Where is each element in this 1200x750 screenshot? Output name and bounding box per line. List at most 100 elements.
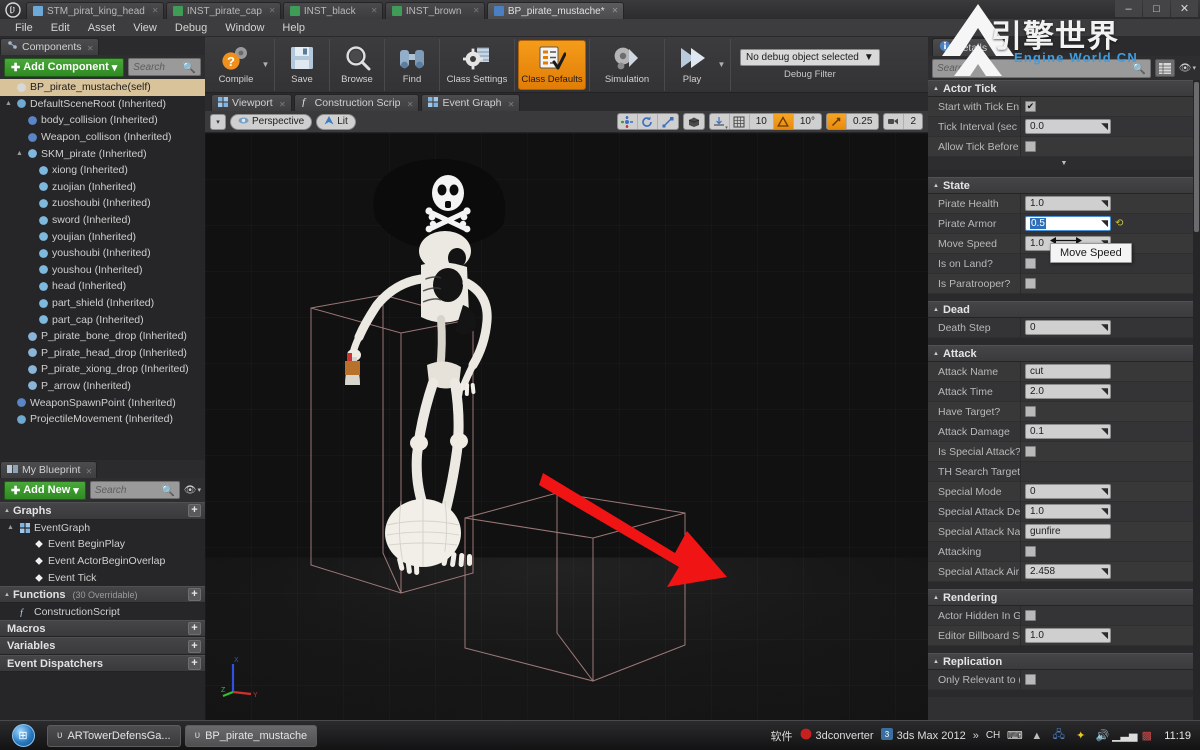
close-button[interactable]: ✕: [1171, 0, 1198, 17]
mb-item[interactable]: f ConstructionScript: [0, 603, 205, 620]
spinner-icon[interactable]: ◥: [1101, 322, 1108, 333]
component-tree-item[interactable]: zuoshoubi (Inherited): [0, 195, 205, 212]
volume-icon[interactable]: 🔊: [1095, 728, 1110, 743]
find-button[interactable]: Find: [388, 40, 436, 90]
checkbox-is-paratrooper-[interactable]: [1025, 278, 1036, 289]
tray-overflow-icon[interactable]: »: [973, 730, 979, 742]
scale-snap-icon[interactable]: [826, 114, 847, 129]
details-search-input[interactable]: Search 🔍: [932, 58, 1151, 78]
number-input-special-attack-air[interactable]: 2.458 ◥: [1025, 564, 1111, 579]
spinner-icon[interactable]: ◥: [1101, 566, 1108, 577]
component-tree-item[interactable]: zuojian (Inherited): [0, 179, 205, 196]
show-hidden-icon[interactable]: ▲: [1029, 728, 1044, 743]
surface-snap-icon[interactable]: ▾: [710, 114, 730, 129]
mb-add-icon[interactable]: +: [188, 622, 201, 636]
keyboard-icon[interactable]: ⌨: [1007, 728, 1023, 743]
mb-add-icon[interactable]: +: [188, 639, 201, 653]
compile-button[interactable]: ? Compile: [212, 40, 260, 90]
world-space-icon[interactable]: [684, 114, 704, 129]
maximize-button[interactable]: □: [1143, 0, 1170, 17]
camera-speed-icon[interactable]: [884, 114, 905, 129]
details-property-list[interactable]: ▲ Actor Tick Start with Tick En ✔ Tick Inter…: [928, 80, 1200, 720]
tray-item-2[interactable]: 3 3ds Max 2012: [880, 728, 966, 743]
checkbox-only-relevant-to-[interactable]: [1025, 674, 1036, 685]
component-tree-item[interactable]: youshou (Inherited): [0, 262, 205, 279]
spinner-icon[interactable]: ◥: [1101, 506, 1108, 517]
asset-tab-2[interactable]: INST_black ✕: [282, 2, 383, 19]
details-category-rendering[interactable]: ▲ Rendering: [928, 589, 1200, 606]
menu-asset[interactable]: Asset: [79, 19, 125, 37]
details-category-actor-tick[interactable]: ▲ Actor Tick: [928, 80, 1200, 97]
rotate-icon[interactable]: [638, 114, 658, 129]
component-tree-item[interactable]: P_pirate_xiong_drop (Inherited): [0, 361, 205, 378]
class-defaults-button[interactable]: Class Defaults: [518, 39, 586, 90]
mb-item[interactable]: ▲ EventGraph: [0, 520, 205, 537]
checkbox-start-with-tick-en[interactable]: ✔: [1025, 101, 1036, 112]
expand-arrow-icon[interactable]: ▲: [15, 150, 24, 157]
details-category-replication[interactable]: ▲ Replication: [928, 653, 1200, 670]
mb-item[interactable]: Event Tick: [0, 569, 205, 586]
asset-tab-3[interactable]: INST_brown ✕: [384, 2, 485, 19]
rotation-snap-value[interactable]: 10°: [794, 114, 821, 129]
ime-indicator[interactable]: CH: [986, 730, 1000, 741]
chevron-down-icon[interactable]: ▼: [716, 40, 727, 90]
number-input-tick-interval-sec[interactable]: 0.0 ◥: [1025, 119, 1111, 134]
component-tree-item[interactable]: youshoubi (Inherited): [0, 245, 205, 262]
expand-arrow-icon[interactable]: ▲: [4, 100, 13, 107]
play-button[interactable]: Play: [668, 40, 716, 90]
close-icon[interactable]: ✕: [269, 7, 276, 15]
component-tree-item[interactable]: P_arrow (Inherited): [0, 378, 205, 395]
spinner-icon[interactable]: ◥: [1101, 630, 1108, 641]
checkbox-attacking[interactable]: [1025, 546, 1036, 557]
expand-arrow-icon[interactable]: ▲: [933, 351, 939, 357]
component-tree-item[interactable]: xiong (Inherited): [0, 162, 205, 179]
number-input-editor-billboard-sc[interactable]: 1.0 ◥: [1025, 628, 1111, 643]
close-icon[interactable]: ✕: [152, 7, 159, 15]
close-icon[interactable]: ✕: [407, 100, 414, 109]
close-icon[interactable]: ✕: [612, 7, 619, 15]
add-new-button[interactable]: ✚ Add New ▾: [4, 480, 86, 500]
minimize-button[interactable]: –: [1115, 0, 1142, 17]
mb-add-icon[interactable]: +: [188, 504, 201, 518]
spinner-icon[interactable]: ◥: [1101, 198, 1108, 209]
details-category-attack[interactable]: ▲ Attack: [928, 345, 1200, 362]
asset-tab-0[interactable]: STM_pirat_king_head ✕: [26, 2, 164, 19]
spinner-icon[interactable]: ◥: [1101, 486, 1108, 497]
text-input-attack-name[interactable]: cut: [1025, 364, 1111, 379]
grid-snap-value[interactable]: 10: [750, 114, 774, 129]
number-input-special-mode[interactable]: 0 ◥: [1025, 484, 1111, 499]
tray-item-0[interactable]: 软件: [771, 728, 793, 744]
class-settings-button[interactable]: Class Settings: [443, 40, 511, 90]
taskbar-task-0[interactable]: ᴜ ARTowerDefensGa...: [47, 724, 181, 747]
viewport-tab-construction-scrip[interactable]: f Construction Scrip ✕: [293, 94, 420, 111]
dropdown-caret[interactable]: ▾: [725, 125, 728, 129]
component-tree-item[interactable]: BP_pirate_mustache(self): [0, 79, 205, 96]
component-tree-item[interactable]: part_cap (Inherited): [0, 311, 205, 328]
scale-snap-value[interactable]: 0.25: [847, 114, 878, 129]
component-tree-item[interactable]: part_shield (Inherited): [0, 295, 205, 312]
number-input-pirate-health[interactable]: 1.0 ◥: [1025, 196, 1111, 211]
details-category-state[interactable]: ▲ State: [928, 177, 1200, 194]
details-scrollbar[interactable]: [1193, 80, 1200, 720]
my-blueprint-search-input[interactable]: Search 🔍: [89, 481, 180, 499]
close-icon[interactable]: ✕: [86, 467, 93, 476]
number-input-death-step[interactable]: 0 ◥: [1025, 320, 1111, 335]
component-tree-item[interactable]: Weapon_collison (Inherited): [0, 129, 205, 146]
tab-my-blueprint[interactable]: My Blueprint ✕: [0, 461, 98, 478]
expand-arrow-icon[interactable]: ▲: [4, 592, 10, 598]
checkbox-is-special-attack-[interactable]: [1025, 446, 1036, 457]
scale-icon[interactable]: [658, 114, 678, 129]
number-input-attack-damage[interactable]: 0.1 ◥: [1025, 424, 1111, 439]
chevron-down-icon[interactable]: ▼: [260, 40, 271, 90]
mb-item[interactable]: Event ActorBeginOverlap: [0, 553, 205, 570]
visibility-toggle[interactable]: 👁 ▾: [184, 485, 201, 496]
menu-window[interactable]: Window: [216, 19, 273, 37]
scrollbar-thumb[interactable]: [1194, 82, 1199, 232]
mb-item[interactable]: Event BeginPlay: [0, 536, 205, 553]
asset-tab-4[interactable]: BP_pirate_mustache* ✕: [486, 2, 624, 19]
viewport-options-menu[interactable]: ▾: [210, 113, 226, 130]
menu-file[interactable]: File: [6, 19, 42, 37]
component-tree-item[interactable]: body_collision (Inherited): [0, 112, 205, 129]
start-button[interactable]: ⊞: [3, 723, 43, 749]
tab-details[interactable]: Details ✕: [932, 38, 1009, 56]
